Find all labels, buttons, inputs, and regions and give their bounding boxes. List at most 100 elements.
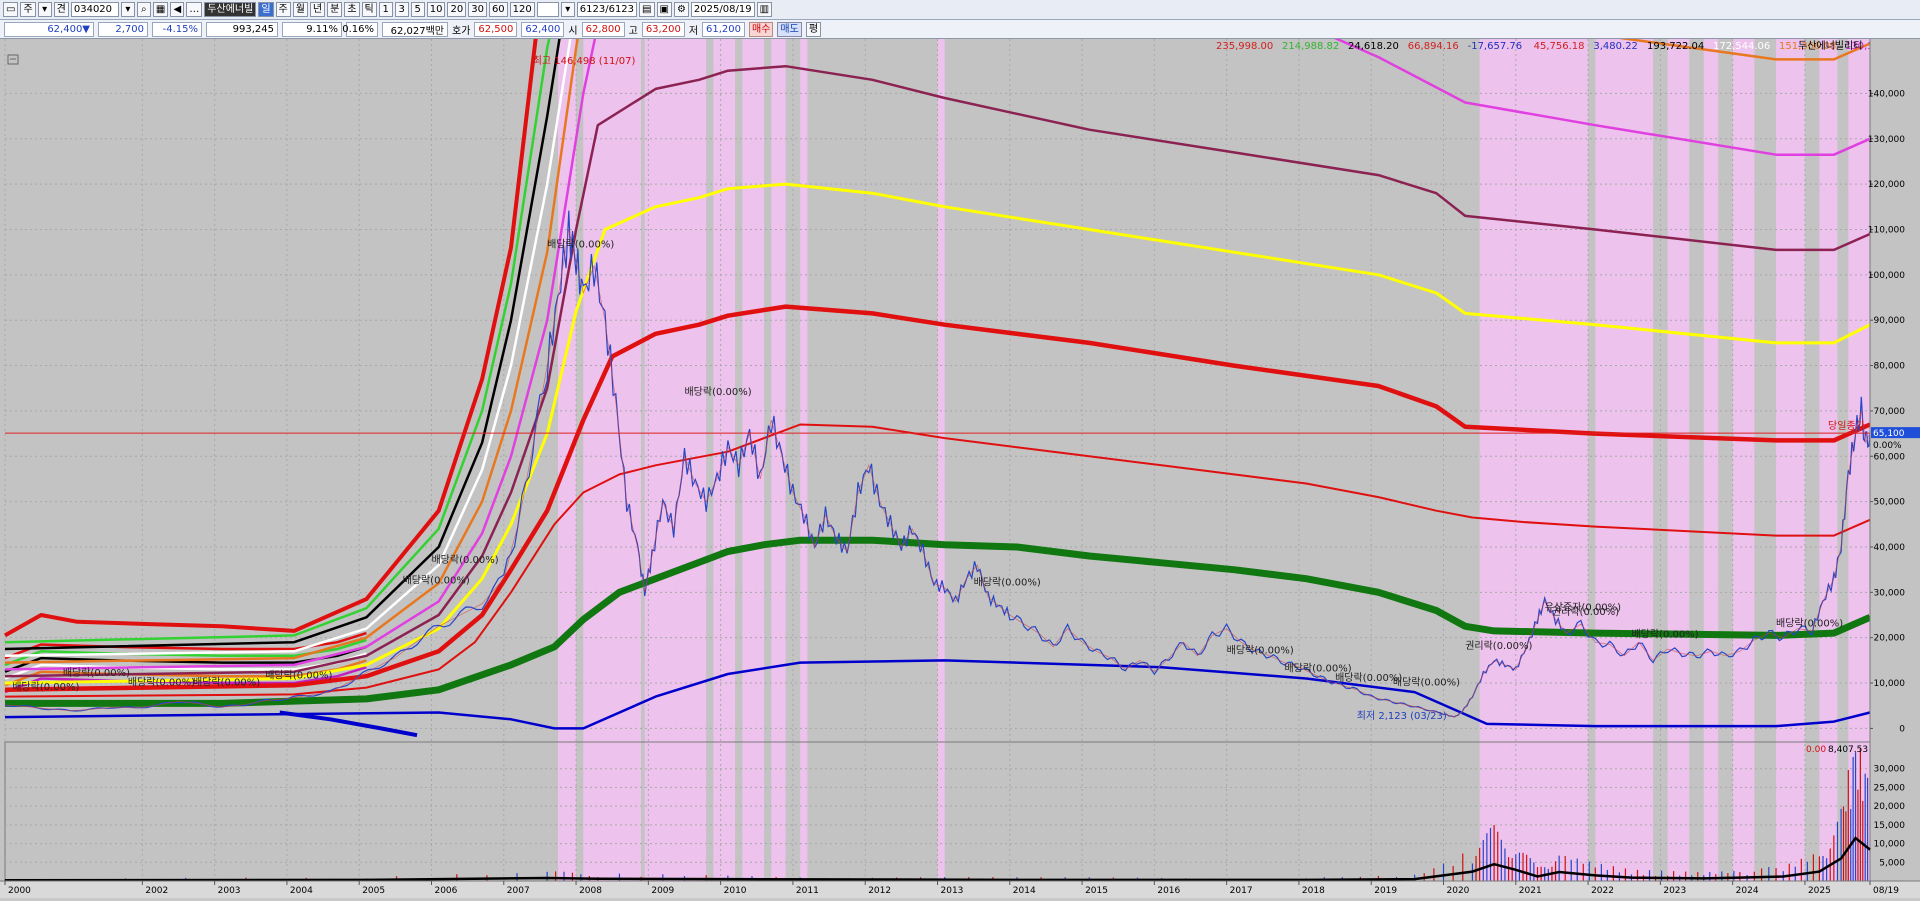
tf-second[interactable]: 초 [344, 2, 360, 17]
change-pct-cell: -4.15% [152, 21, 202, 37]
top-value-label: 24,618.20 [1348, 41, 1399, 52]
turnover-cell: 9.11% [282, 21, 342, 37]
interval-3[interactable]: 3 [394, 2, 409, 17]
y-tick-label: 140,000 [1868, 89, 1905, 99]
top-toolbar: ▭ 주 ▾ 견 034020 ▾ ⌕ ▦ ◀ … 두산에너빌 일 주 월 년 분… [0, 0, 1920, 20]
date-field[interactable]: 2025/08/19 [690, 2, 755, 17]
chart-annotation: 배당락(0.00%) [1631, 629, 1698, 641]
x-tick-label: 2019 [1374, 886, 1397, 896]
low-label: 저 [688, 25, 699, 37]
x-tick-label: 2000 [8, 886, 31, 896]
interval-20[interactable]: 20 [447, 2, 467, 17]
search-icon[interactable]: ⌕ [136, 2, 151, 17]
volume-tick-label: 15,000 [1874, 821, 1906, 831]
interval-60[interactable]: 60 [488, 2, 508, 17]
top-value-label: 66,894.16 [1408, 41, 1459, 52]
highlight-band [742, 39, 765, 881]
tf-tick[interactable]: 틱 [361, 2, 377, 17]
chart-annotation: 배당락(0.00%) [63, 667, 130, 679]
x-tick-label: 2004 [290, 886, 313, 896]
x-tick-label: 2012 [868, 886, 891, 896]
x-tick-label: 2007 [507, 886, 530, 896]
highlight-band [583, 39, 642, 881]
buy-button[interactable]: 매수 [749, 21, 774, 37]
save-icon[interactable]: ▣ [656, 2, 672, 17]
highlight-band [1703, 39, 1719, 881]
window-icon[interactable]: ▭ [3, 2, 19, 17]
settings-icon[interactable]: ⚙ [673, 2, 689, 17]
y-tick-label: 20,000 [1874, 634, 1906, 644]
stock-name-label[interactable]: 두산에너빌 [204, 2, 257, 17]
speaker-icon[interactable]: ◀ [170, 2, 185, 17]
x-tick-label: 2024 [1736, 886, 1759, 896]
chart-annotation: 배당락(0.00%) [265, 670, 332, 682]
more-icon[interactable]: … [186, 2, 203, 17]
x-tick-label: 2021 [1519, 886, 1542, 896]
tf-year[interactable]: 년 [309, 2, 326, 17]
chart-annotation: 배당락(0.00%) [431, 554, 498, 566]
chart-annotation: 배당락(0.00%) [12, 681, 79, 693]
interval-5[interactable]: 5 [410, 2, 425, 17]
current-price-value: 65,100 [1873, 429, 1905, 439]
tf-week[interactable]: 주 [275, 2, 291, 17]
volume-tick-label: 20,000 [1874, 802, 1906, 812]
chart-annotation: 최고 146,498 (11/07) [533, 55, 636, 67]
code-dropdown-icon[interactable]: ▾ [120, 2, 135, 17]
interval-10[interactable]: 10 [426, 2, 446, 17]
period-button[interactable]: 주 [20, 2, 36, 17]
top-value-label: 3,480.22 [1593, 41, 1638, 52]
price-chart[interactable]: 당일종가 최고 146,498 (11/07) 최저 2,123 (03/23) 배… [0, 0, 1920, 898]
x-tick-label: 2018 [1302, 886, 1325, 896]
count-field[interactable]: 6123/6123 [576, 2, 638, 17]
flat-button[interactable]: 평 [805, 21, 822, 37]
ratio-cell: 0.16% [342, 21, 378, 37]
zero-pct-label: 0.00% [1873, 441, 1902, 451]
tf-minute[interactable]: 분 [327, 2, 343, 17]
chart-annotation: 배당락(0.00%) [1776, 617, 1843, 629]
interval-1[interactable]: 1 [378, 2, 393, 17]
chart-annotation: 배당락(0.00%) [974, 577, 1041, 589]
stock-code-input[interactable]: 034020 [70, 2, 119, 17]
sell-button[interactable]: 매도 [777, 21, 802, 37]
y-tick-label: 80,000 [1874, 362, 1906, 372]
series-name-label: 두산에너빌리티 [1798, 40, 1862, 52]
y-tick-label: 30,000 [1874, 588, 1906, 598]
volume-tick-label: 30,000 [1874, 765, 1906, 775]
grid-view-icon[interactable]: ▤ [639, 2, 655, 17]
interval-dropdown-icon[interactable]: ▾ [560, 2, 575, 17]
chart-annotation: 배당락(0.00%) [1227, 645, 1294, 657]
mode-button[interactable]: 견 [53, 2, 69, 17]
highlight-band [1732, 39, 1755, 881]
calendar-icon[interactable]: ▥ [756, 2, 773, 17]
highlight-band [644, 39, 707, 881]
current-price-tag: 당일종가 [1828, 420, 1865, 432]
day-mode-icon[interactable]: 일 [258, 2, 274, 17]
chart-annotation: 배당락(0.00%) [547, 239, 614, 251]
y-tick-label: 60,000 [1874, 452, 1906, 462]
x-tick-label: 2017 [1230, 886, 1253, 896]
tf-month[interactable]: 월 [292, 2, 308, 17]
highlight-band [1595, 39, 1654, 881]
top-value-label: 214,988.82 [1282, 41, 1339, 52]
x-tick-label: 2022 [1591, 886, 1614, 896]
interval-120[interactable]: 120 [509, 2, 535, 17]
grid-icon[interactable]: ▦ [152, 2, 169, 17]
y-tick-label: 120,000 [1868, 180, 1905, 190]
x-tick-label: 2014 [1013, 886, 1036, 896]
chart-annotation: 배당락(0.00%) [684, 386, 751, 398]
change-cell: 2,700 [98, 21, 148, 37]
chart-annotation: 배당락(0.00%) [1393, 676, 1460, 688]
custom-interval-input[interactable] [536, 2, 559, 17]
chart-area[interactable]: 당일종가 최고 146,498 (11/07) 최저 2,123 (03/23) 배… [0, 0, 1920, 898]
y-tick-label: 40,000 [1874, 543, 1906, 553]
x-tick-label: 2005 [362, 886, 385, 896]
dropdown-arrow-icon[interactable]: ▾ [37, 2, 52, 17]
chart-annotation: 권리락(0.00%) [1552, 606, 1619, 618]
highlight-band [937, 39, 945, 881]
open-label: 시 [568, 25, 578, 37]
x-tick-label: 2003 [218, 886, 241, 896]
y-tick-label: 110,000 [1868, 225, 1905, 235]
x-tick-label: 2015 [1085, 886, 1108, 896]
interval-30[interactable]: 30 [468, 2, 487, 17]
highlight-band [800, 39, 808, 881]
